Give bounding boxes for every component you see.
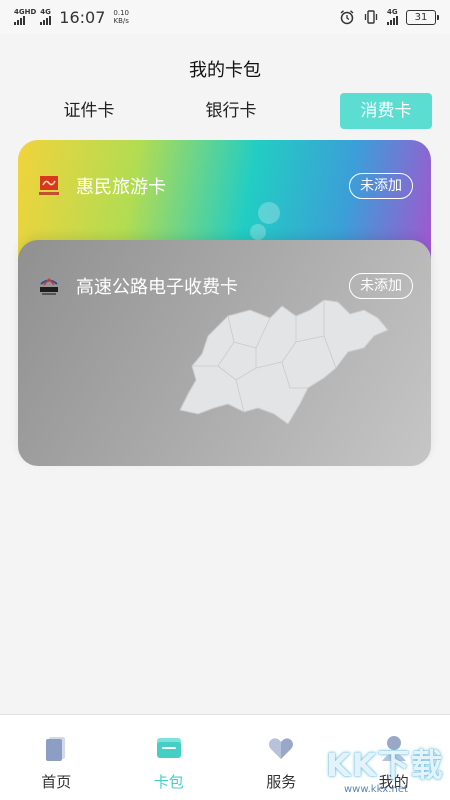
tab-bank-cards[interactable]: 银行卡	[160, 93, 302, 129]
province-map-graphic	[179, 299, 389, 425]
nav-label-wallet: 卡包	[153, 773, 184, 791]
nav-label-home: 首页	[41, 773, 72, 791]
bokeh-decoration	[258, 202, 280, 224]
profile-icon	[381, 736, 406, 761]
clock: 16:07	[59, 7, 106, 27]
vibrate-icon	[364, 10, 378, 24]
battery-icon: 31	[406, 9, 439, 25]
tab-id-cards[interactable]: 证件卡	[18, 93, 160, 129]
alarm-icon	[340, 10, 354, 25]
highway-card-add-button[interactable]: 未添加	[349, 273, 413, 299]
signal-icon: 4G	[387, 9, 398, 25]
tour-card-logo	[39, 176, 59, 195]
highway-card[interactable]: 高速公路电子收费卡 未添加	[18, 240, 431, 466]
tour-card-row: 惠民旅游卡 未添加	[38, 173, 413, 199]
status-right: 4G 31	[339, 9, 439, 25]
status-left: 4GHD 4G 16:07 0.10 KB/s	[14, 8, 129, 27]
page-title: 我的卡包	[189, 60, 261, 81]
highway-card-row: 高速公路电子收费卡 未添加	[38, 273, 413, 299]
nav-item-wallet[interactable]: 卡包	[113, 715, 226, 800]
highway-card-logo	[40, 277, 58, 295]
tour-card-add-button[interactable]: 未添加	[349, 173, 413, 199]
card-type-tabs: 证件卡 银行卡 消费卡	[18, 93, 432, 129]
nav-item-profile[interactable]: 我的	[338, 715, 450, 800]
status-bar: 4GHD 4G 16:07 0.10 KB/s 4G 31	[0, 0, 450, 34]
nav-label-service: 服务	[266, 773, 297, 791]
home-icon	[46, 737, 66, 761]
highway-card-name: 高速公路电子收费卡	[76, 277, 238, 298]
nav-label-profile: 我的	[378, 773, 409, 791]
sim1-signal-icon: 4GHD	[14, 9, 36, 25]
nav-item-home[interactable]: 首页	[0, 715, 113, 800]
sim2-signal-icon: 4G	[40, 9, 52, 25]
bottom-nav: 首页 卡包 服务 我的	[0, 714, 450, 800]
nav-item-service[interactable]: 服务	[225, 715, 338, 800]
battery-level: 31	[414, 11, 428, 23]
heart-icon	[269, 738, 294, 759]
tab-consumer-cards[interactable]: 消费卡	[340, 93, 432, 129]
wallet-icon	[156, 738, 181, 758]
net-speed: 0.10 KB/s	[113, 9, 129, 25]
bokeh-decoration	[250, 224, 266, 240]
tour-card-name: 惠民旅游卡	[76, 177, 166, 198]
